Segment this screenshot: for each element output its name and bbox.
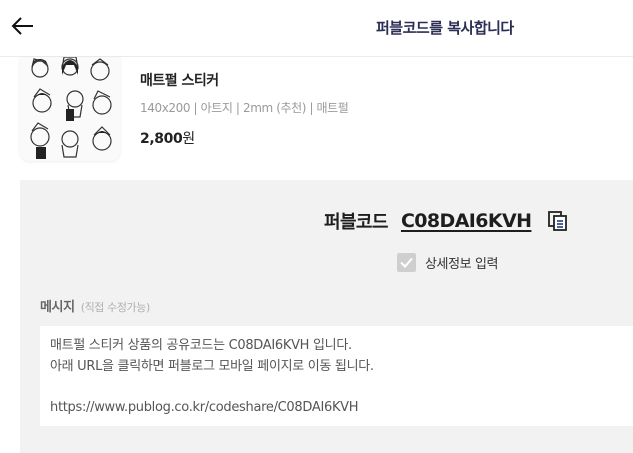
message-title: 메시지 <box>40 300 75 315</box>
product-summary: 매트펄 스티커 140x200 | 아트지 | 2mm (추천) | 매트펄 2… <box>0 57 633 179</box>
sticker-collage-image <box>20 57 120 161</box>
copy-icon <box>547 211 567 231</box>
publcode-row: 퍼블코드 C08DAI6KVH <box>324 208 569 236</box>
detail-info-toggle[interactable]: 상세정보 입력 <box>397 252 498 272</box>
publcode-label: 퍼블코드 <box>324 212 388 233</box>
back-button[interactable] <box>10 14 38 40</box>
product-name: 매트펄 스티커 <box>140 73 219 89</box>
product-thumbnail <box>20 57 120 161</box>
publcode-value[interactable]: C08DAI6KVH <box>401 210 532 232</box>
detail-info-checkbox[interactable] <box>397 253 416 272</box>
price-unit: 원 <box>182 131 195 147</box>
message-heading: 메시지 (직접 수정가능) <box>40 296 150 315</box>
product-price: 2,800원 <box>140 128 195 148</box>
message-subtitle: (직접 수정가능) <box>80 301 151 314</box>
page-title: 퍼블코드를 복사합니다 <box>376 19 514 37</box>
price-amount: 2,800 <box>140 131 183 147</box>
arrow-left-icon <box>11 17 33 35</box>
checkmark-icon <box>400 257 413 268</box>
share-panel: 퍼블코드 C08DAI6KVH 상세정보 입력 메시지 (직접 수정가능) 매트펄… <box>20 180 633 453</box>
copy-button[interactable] <box>547 210 569 232</box>
top-header: 퍼블코드를 복사합니다 <box>0 0 633 57</box>
message-textarea[interactable]: 매트펄 스티커 상품의 공유코드는 C08DAI6KVH 입니다. 아래 URL… <box>40 326 633 426</box>
product-spec: 140x200 | 아트지 | 2mm (추천) | 매트펄 <box>140 101 349 115</box>
detail-info-label: 상세정보 입력 <box>425 257 499 272</box>
